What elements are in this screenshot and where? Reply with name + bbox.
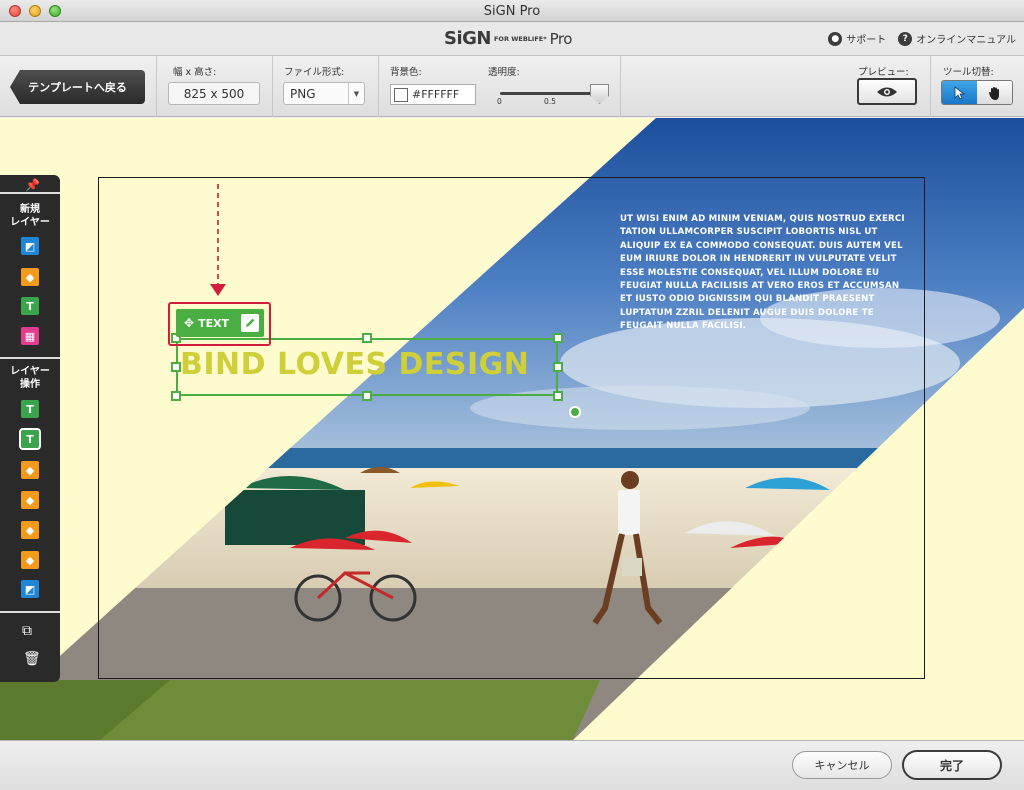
bg-color-label: 背景色: (390, 67, 422, 78)
shape-icon: ◆ (25, 493, 35, 507)
edit-text-button[interactable] (241, 314, 259, 332)
canvas-artwork (0, 118, 1024, 740)
image-icon: ◩ (24, 239, 36, 253)
user-icon: ● (828, 31, 843, 46)
body-text-layer[interactable]: UT WISI ENIM AD MINIM VENIAM, QUIS NOSTR… (620, 213, 910, 334)
preview-button[interactable] (857, 78, 917, 105)
bg-color-value: #FFFFFF (412, 88, 460, 101)
rotate-handle[interactable] (569, 406, 581, 418)
online-manual-link[interactable]: ? オンラインマニュアル (898, 31, 1016, 46)
add-shape-layer-button[interactable]: ◆ (21, 268, 39, 286)
text-bounding-box[interactable] (176, 338, 558, 396)
resize-handle-br[interactable] (553, 391, 563, 401)
opacity-label: 透明度: (488, 67, 520, 78)
design-canvas[interactable]: UT WISI ENIM AD MINIM VENIAM, QUIS NOSTR… (0, 118, 1024, 740)
hand-icon (988, 86, 999, 100)
footer-bar: キャンセル 完了 (0, 740, 1024, 790)
resize-handle-bl[interactable] (171, 391, 181, 401)
shape-icon: ◆ (25, 270, 35, 284)
layer-ops-heading: レイヤー 操作 (10, 366, 50, 390)
new-layer-heading: 新規 レイヤー (10, 204, 50, 228)
text-icon: T (26, 432, 34, 446)
layer-item-shape-4[interactable]: ◆ (21, 551, 39, 569)
done-button[interactable]: 完了 (902, 750, 1002, 780)
format-value: PNG (290, 86, 316, 101)
text-icon: T (26, 402, 34, 416)
eye-icon (877, 87, 897, 96)
size-label: 幅 x 高さ: (173, 67, 217, 78)
manual-label: オンラインマニュアル (916, 35, 1016, 46)
cancel-button[interactable]: キャンセル (792, 751, 892, 779)
add-image-layer-button[interactable]: ◩ (21, 237, 39, 255)
layer-side-panel: 📌 新規 レイヤー ◩ ◆ T ▦ レイヤー 操作 T T ◆ ◆ ◆ ◆ ◩ … (0, 175, 60, 682)
chevron-down-icon: ▼ (348, 83, 364, 104)
back-to-template-button[interactable]: テンプレートへ戻る (10, 70, 145, 104)
app-logo: SiGN FOR WEBLIFE* Pro (444, 28, 572, 49)
shape-icon: ◆ (25, 553, 35, 567)
cursor-arrow-icon (954, 85, 965, 100)
text-layer-tag[interactable]: ✥ TEXT (176, 309, 264, 337)
layer-item-text-selected[interactable]: T (19, 428, 41, 450)
resize-handle-tr[interactable] (553, 333, 563, 343)
add-text-layer-button[interactable]: T (21, 297, 39, 315)
shape-icon: ◆ (25, 463, 35, 477)
text-tag-label: TEXT (198, 316, 230, 330)
pin-icon[interactable]: 📌 (25, 178, 40, 192)
hand-tool-button[interactable] (977, 81, 1012, 104)
duplicate-layer-icon[interactable]: ⧉ (22, 623, 32, 639)
resize-handle-r[interactable] (553, 362, 563, 372)
support-link[interactable]: ● サポート (828, 31, 886, 46)
select-tool-button[interactable] (942, 81, 977, 104)
move-icon: ✥ (184, 316, 195, 330)
text-icon: T (26, 299, 34, 313)
tool-switch-group (941, 80, 1013, 105)
resize-handle-b[interactable] (362, 391, 372, 401)
resize-handle-t[interactable] (362, 333, 372, 343)
pencil-icon (246, 318, 255, 327)
help-icon: ? (898, 31, 913, 46)
layer-item-shape-3[interactable]: ◆ (21, 521, 39, 539)
shape-icon: ◆ (25, 523, 35, 537)
format-select[interactable]: PNG ▼ (283, 82, 365, 105)
layer-item-text-1[interactable]: T (21, 400, 39, 418)
opacity-tick-mid: 0.5 (544, 97, 556, 106)
add-table-layer-button[interactable]: ▦ (21, 327, 39, 345)
size-field[interactable]: 825 x 500 (168, 82, 260, 105)
opacity-tick-min: 0 (497, 97, 502, 106)
trash-icon[interactable]: 🗑 (23, 651, 41, 667)
support-label: サポート (846, 35, 887, 46)
opacity-slider-track[interactable] (500, 92, 600, 95)
tool-switch-label: ツール切替: (943, 67, 994, 78)
window-title: SiGN Pro (483, 4, 541, 19)
window-titlebar: SiGN Pro (0, 0, 1024, 22)
layer-item-image-1[interactable]: ◩ (21, 580, 39, 598)
bg-color-field[interactable]: #FFFFFF (390, 84, 476, 105)
layer-item-shape-2[interactable]: ◆ (21, 491, 39, 509)
brand-bar: SiGN FOR WEBLIFE* Pro ● サポート ? オンラインマニュアル (0, 22, 1024, 56)
preview-label: プレビュー: (858, 67, 909, 78)
image-icon: ◩ (24, 582, 36, 596)
format-label: ファイル形式: (284, 67, 345, 78)
layer-item-shape-1[interactable]: ◆ (21, 461, 39, 479)
color-swatch[interactable] (394, 87, 408, 102)
table-icon: ▦ (24, 329, 36, 343)
resize-handle-l[interactable] (171, 362, 181, 372)
